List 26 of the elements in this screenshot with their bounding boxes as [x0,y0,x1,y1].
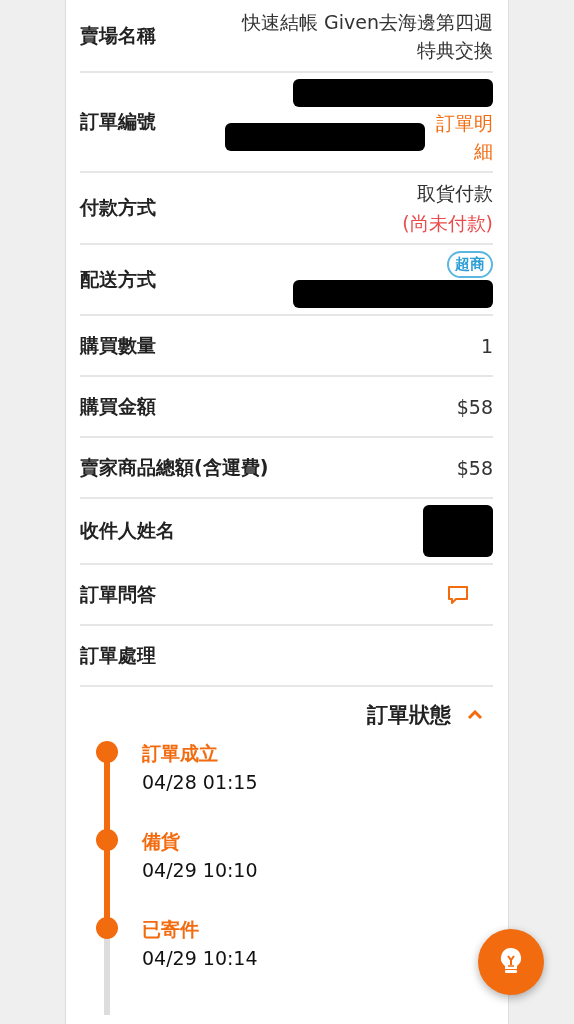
step-time: 04/28 01:15 [142,771,258,793]
tip-button[interactable] [478,929,544,995]
step-name: 備貨 [142,829,181,854]
step-time: 04/29 10:14 [142,947,258,969]
field-label: 收件人姓名 [80,518,175,543]
step-name: 訂單成立 [142,741,219,766]
field-label: 購買數量 [80,332,156,358]
chat-icon[interactable] [447,584,469,605]
step-time: 04/29 10:10 [142,859,258,881]
field-label: 付款方式 [80,195,156,220]
field-label: 訂單處理 [80,642,156,668]
field-label: 購買金額 [80,393,156,419]
field-value: 取貨付款 [417,181,493,206]
field-value: 快速結帳 Given去海邊第四週特典交換 [240,9,493,63]
field-label: 配送方式 [80,266,156,292]
field-value: 1 [480,333,493,359]
delivery-tag: 超商 [447,251,493,278]
step-name: 已寄件 [142,917,200,942]
field-label: 賣場名稱 [80,22,156,48]
field-label: 賣家商品總額(含運費) [80,454,269,480]
field-label: 訂單問答 [80,581,156,607]
status-toggle[interactable]: 訂單狀態 [80,687,493,741]
field-value: $58 [456,394,493,420]
field-label: 訂單編號 [80,109,156,134]
field-value: $58 [456,455,493,481]
payment-status: (尚未付款) [402,211,493,236]
